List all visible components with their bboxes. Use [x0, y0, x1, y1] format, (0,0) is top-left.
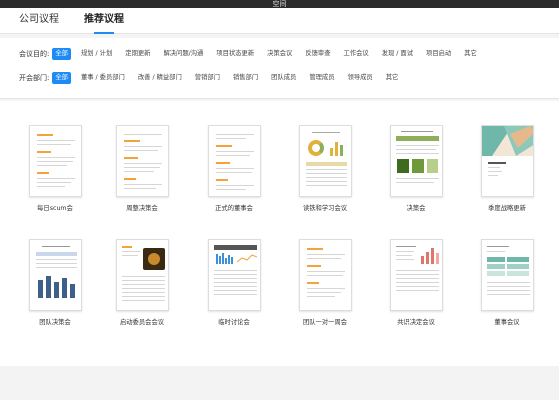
template-thumbnail[interactable]	[115, 239, 169, 311]
template-name[interactable]: 正式的董事会	[205, 203, 263, 212]
template-card[interactable]: 共识决定会议	[387, 239, 445, 326]
department-option-board[interactable]: 董事 / 委员部门	[78, 72, 128, 84]
template-gallery: 每日scum会 周整决策会 正式的董事会 读铁和学习会议 决策会 季度战略更新 …	[0, 101, 559, 366]
department-option-other[interactable]: 其它	[383, 72, 402, 84]
template-thumbnail[interactable]	[207, 125, 261, 197]
purpose-option-problem-solving[interactable]: 解决问题/沟通	[160, 48, 206, 60]
purpose-option-feedback[interactable]: 反馈审查	[302, 48, 333, 60]
purpose-option-other[interactable]: 其它	[461, 48, 480, 60]
template-name[interactable]: 季度战略更新	[478, 203, 536, 212]
template-name[interactable]: 团队决策会	[26, 317, 84, 326]
department-filter-row: 开会部门: 全部 董事 / 委员部门 改善 / 精益部门 营销部门 销售部门 团…	[19, 72, 408, 84]
purpose-filter-row: 会议目的: 全部 规划 / 计划 定期更新 解决问题/沟通 项目状态更新 决策会…	[19, 48, 487, 60]
template-name[interactable]: 团队一对一周会	[296, 317, 354, 326]
window-title: 空间	[272, 0, 287, 8]
department-option-all[interactable]: 全部	[52, 72, 71, 84]
template-card[interactable]: 读铁和学习会议	[296, 125, 354, 212]
template-card[interactable]: 团队决策会	[26, 239, 84, 326]
purpose-option-kickoff[interactable]: 项目启动	[423, 48, 454, 60]
template-name[interactable]: 启动委员会会议	[113, 317, 171, 326]
template-thumbnail[interactable]	[207, 239, 261, 311]
purpose-option-decision[interactable]: 决策会议	[264, 48, 295, 60]
template-card[interactable]: 团队一对一周会	[296, 239, 354, 326]
template-card[interactable]: 季度战略更新	[478, 125, 536, 212]
filter-panel: 会议目的: 全部 规划 / 计划 定期更新 解决问题/沟通 项目状态更新 决策会…	[0, 38, 559, 99]
purpose-option-all[interactable]: 全部	[52, 48, 71, 60]
purpose-option-planning[interactable]: 规划 / 计划	[78, 48, 115, 60]
template-card[interactable]: 周整决策会	[113, 125, 171, 212]
department-option-management[interactable]: 管理成员	[306, 72, 337, 84]
template-card[interactable]: 每日scum会	[26, 125, 84, 212]
template-card[interactable]: 启动委员会会议	[113, 239, 171, 326]
template-thumbnail[interactable]	[28, 125, 82, 197]
window-titlebar: 空间	[0, 0, 559, 8]
department-filter-label: 开会部门:	[19, 74, 50, 82]
template-name[interactable]: 临时讨论会	[205, 317, 263, 326]
template-name[interactable]: 周整决策会	[113, 203, 171, 212]
tab-bar: 公司议程 推荐议程	[0, 8, 559, 34]
template-name[interactable]: 共识决定会议	[387, 317, 445, 326]
template-thumbnail[interactable]	[389, 239, 443, 311]
template-thumbnail[interactable]	[480, 125, 534, 197]
department-option-lean[interactable]: 改善 / 精益部门	[135, 72, 185, 84]
template-name[interactable]: 决策会	[387, 203, 445, 212]
template-card[interactable]: 董事会议	[478, 239, 536, 326]
tab-company-agenda[interactable]: 公司议程	[19, 13, 59, 34]
template-thumbnail[interactable]	[389, 125, 443, 197]
template-thumbnail[interactable]	[115, 125, 169, 197]
purpose-option-work-meeting[interactable]: 工作会议	[341, 48, 372, 60]
department-option-marketing[interactable]: 营销部门	[192, 72, 223, 84]
purpose-option-regular-update[interactable]: 定期更新	[122, 48, 153, 60]
template-thumbnail[interactable]	[28, 239, 82, 311]
template-name[interactable]: 董事会议	[478, 317, 536, 326]
template-name[interactable]: 每日scum会	[26, 203, 84, 212]
department-option-team[interactable]: 团队成员	[268, 72, 299, 84]
template-card[interactable]: 决策会	[387, 125, 445, 212]
purpose-filter-label: 会议目的:	[19, 50, 50, 58]
department-option-leadership[interactable]: 领导成员	[345, 72, 376, 84]
template-card[interactable]: 正式的董事会	[205, 125, 263, 212]
template-thumbnail[interactable]	[298, 239, 352, 311]
template-thumbnail[interactable]	[480, 239, 534, 311]
bottom-area	[0, 366, 559, 400]
template-name[interactable]: 读铁和学习会议	[296, 203, 354, 212]
purpose-option-project-status[interactable]: 项目状态更新	[213, 48, 257, 60]
template-card[interactable]: 临时讨论会	[205, 239, 263, 326]
template-thumbnail[interactable]	[298, 125, 352, 197]
tab-recommended-agenda[interactable]: 推荐议程	[84, 13, 124, 34]
department-option-sales[interactable]: 销售部门	[230, 72, 261, 84]
purpose-option-discovery[interactable]: 发现 / 面试	[379, 48, 416, 60]
